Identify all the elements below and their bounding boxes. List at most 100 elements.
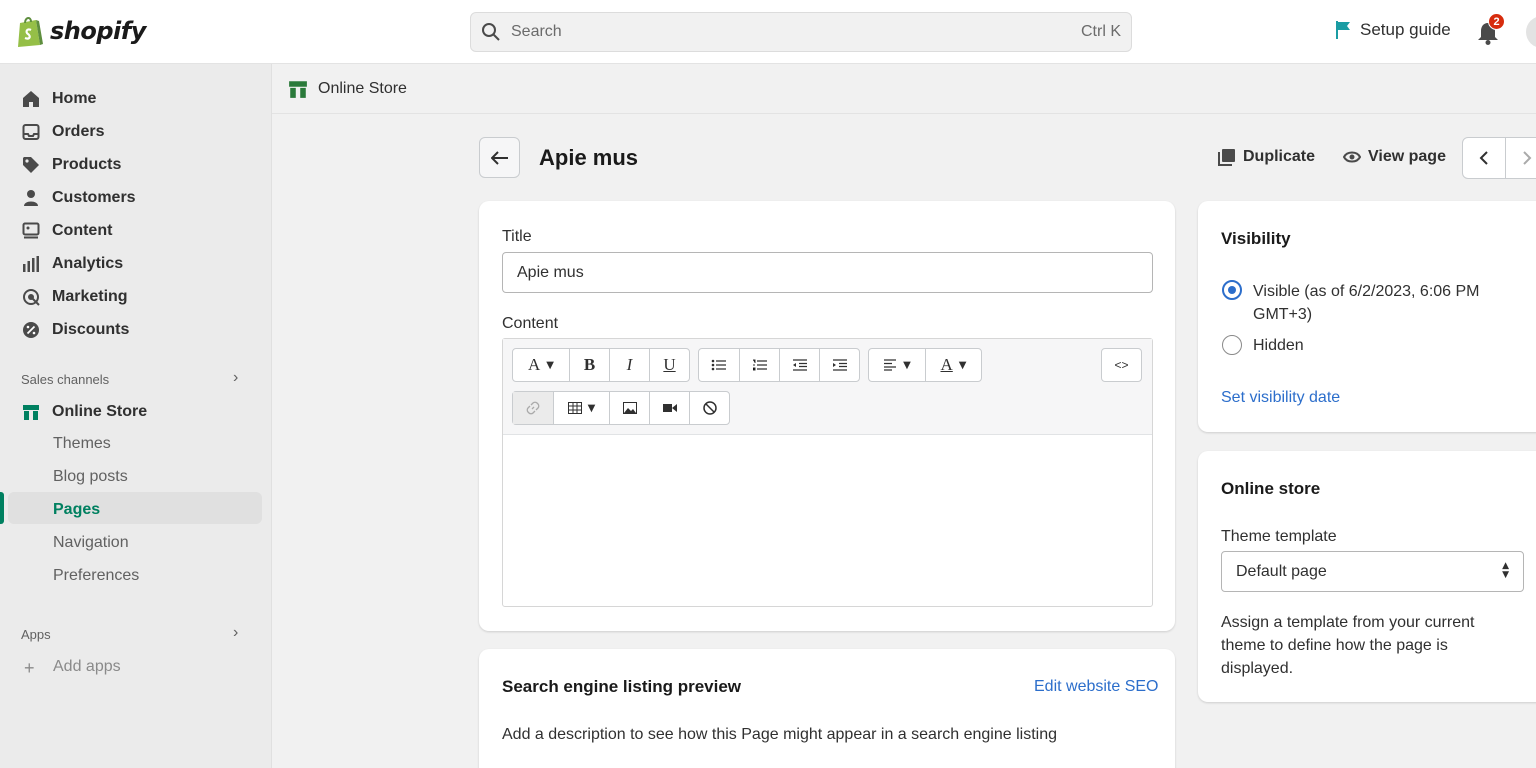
html-toggle-button[interactable]: <>	[1102, 349, 1141, 381]
page-title: Apie mus	[539, 145, 639, 170]
nav-home[interactable]: Home	[22, 85, 96, 113]
arrow-left-icon	[490, 150, 508, 165]
video-icon	[662, 404, 677, 412]
numbered-list-button[interactable]	[739, 349, 779, 381]
insert-group: ▼	[512, 391, 730, 425]
set-visibility-date-link[interactable]: Set visibility date	[1221, 389, 1340, 407]
edit-seo-link[interactable]: Edit website SEO	[1034, 678, 1159, 696]
hidden-radio[interactable]	[1222, 335, 1242, 355]
notification-count-badge: 2	[1488, 13, 1505, 30]
sales-channels-title: Sales channels	[21, 372, 110, 387]
search-input[interactable]	[511, 23, 1081, 41]
previous-page-button[interactable]	[1463, 138, 1505, 178]
bullet-list-button[interactable]	[699, 349, 739, 381]
nav-online-store[interactable]: Online Store	[22, 398, 147, 426]
nav-home-label: Home	[52, 90, 97, 107]
nav-customers[interactable]: Customers	[22, 184, 136, 212]
visible-label-line2: GMT+3)	[1253, 306, 1313, 323]
editor-toolbar: A ▼ B I U ▼ A ▼ <> ▼	[503, 339, 1152, 435]
italic-button[interactable]: I	[609, 349, 649, 381]
nav-blog-posts[interactable]: Blog posts	[53, 468, 128, 486]
nav-themes[interactable]: Themes	[53, 435, 111, 453]
user-avatar[interactable]	[1526, 16, 1536, 48]
bold-button[interactable]: B	[569, 349, 609, 381]
content-label: Content	[502, 315, 559, 332]
seo-preview-card	[479, 649, 1175, 768]
orders-icon	[22, 124, 40, 140]
nav-preferences[interactable]: Preferences	[53, 567, 139, 585]
visible-label-line1: Visible (as of 6/2/2023, 6:06 PM	[1253, 283, 1480, 300]
underline-button[interactable]: U	[649, 349, 689, 381]
theme-template-select[interactable]: Default page ▲ ▼	[1221, 551, 1524, 592]
text-format-group: A ▼ B I U	[512, 348, 690, 382]
back-button[interactable]	[479, 137, 520, 178]
store-icon	[289, 80, 307, 98]
person-icon	[24, 190, 38, 206]
content-icon	[22, 222, 40, 239]
chevron-right-icon[interactable]: ›	[233, 624, 238, 642]
breadcrumb-label[interactable]: Online Store	[318, 80, 407, 98]
table-dropdown[interactable]: ▼	[553, 392, 609, 424]
html-toggle-group: <>	[1101, 348, 1142, 382]
alignment-group: ▼ A ▼	[868, 348, 982, 382]
list-group	[698, 348, 860, 382]
caret-down-icon: ▼	[587, 402, 596, 414]
nav-analytics-label: Analytics	[52, 255, 124, 272]
rich-text-editor[interactable]: A ▼ B I U ▼ A ▼ <> ▼	[502, 338, 1153, 607]
search-bar[interactable]: Ctrl K	[470, 12, 1132, 52]
brand-name: shopify	[50, 17, 146, 45]
outdent-button[interactable]	[779, 349, 819, 381]
nav-content[interactable]: Content	[22, 217, 112, 245]
help-line-3: displayed.	[1221, 660, 1294, 677]
hidden-label[interactable]: Hidden	[1253, 334, 1304, 357]
indent-button[interactable]	[819, 349, 859, 381]
insert-video-button[interactable]	[649, 392, 689, 424]
top-bar: shopify Ctrl K Setup guide 2	[0, 0, 1536, 64]
indent-icon	[832, 359, 847, 371]
visible-radio[interactable]	[1222, 280, 1242, 300]
visible-label[interactable]: Visible (as of 6/2/2023, 6:06 PM GMT+3)	[1253, 280, 1480, 326]
nav-products[interactable]: Products	[22, 151, 121, 179]
next-page-button[interactable]	[1505, 138, 1536, 178]
insert-image-button[interactable]	[609, 392, 649, 424]
setup-guide-button[interactable]: Setup guide	[1334, 20, 1451, 40]
nav-discounts[interactable]: Discounts	[22, 316, 129, 344]
duplicate-label: Duplicate	[1243, 148, 1316, 165]
chevron-right-icon	[1522, 151, 1531, 165]
font-style-dropdown[interactable]: A ▼	[513, 349, 569, 381]
duplicate-button[interactable]: Duplicate	[1218, 148, 1315, 166]
caret-down-icon: ▼	[958, 359, 967, 371]
setup-guide-label: Setup guide	[1360, 20, 1451, 39]
caret-down-icon: ▼	[903, 359, 911, 371]
title-input[interactable]: Apie mus	[502, 252, 1153, 293]
align-dropdown[interactable]: ▼	[869, 349, 925, 381]
image-icon	[622, 402, 637, 414]
nav-navigation[interactable]: Navigation	[53, 534, 129, 552]
nav-orders[interactable]: Orders	[22, 118, 104, 146]
nav-online-store-label: Online Store	[52, 403, 148, 420]
table-icon	[567, 402, 582, 414]
discount-icon	[23, 322, 39, 338]
search-icon	[482, 23, 500, 41]
duplicate-icon	[1218, 149, 1235, 166]
nav-customers-label: Customers	[52, 189, 136, 206]
nav-orders-label: Orders	[52, 123, 105, 140]
title-label: Title	[502, 228, 532, 245]
clear-formatting-button[interactable]	[689, 392, 729, 424]
select-arrows-icon: ▲ ▼	[1502, 561, 1509, 580]
nav-add-apps[interactable]: Add apps	[53, 658, 121, 676]
sidebar: Home Orders Products Customers Content A…	[0, 64, 272, 768]
shopify-logo[interactable]: shopify	[16, 14, 146, 48]
nav-pages[interactable]: Pages	[53, 501, 100, 519]
notifications-button[interactable]: 2	[1476, 13, 1505, 46]
view-page-button[interactable]: View page	[1343, 148, 1446, 166]
text-color-dropdown[interactable]: A ▼	[925, 349, 981, 381]
nav-marketing[interactable]: Marketing	[22, 283, 128, 311]
home-icon	[23, 91, 39, 107]
link-button[interactable]	[513, 392, 553, 424]
nav-analytics[interactable]: Analytics	[22, 250, 123, 278]
chevron-right-icon[interactable]: ›	[233, 369, 238, 387]
theme-template-value: Default page	[1236, 562, 1327, 580]
target-icon	[23, 289, 40, 306]
flag-icon	[1336, 21, 1350, 39]
